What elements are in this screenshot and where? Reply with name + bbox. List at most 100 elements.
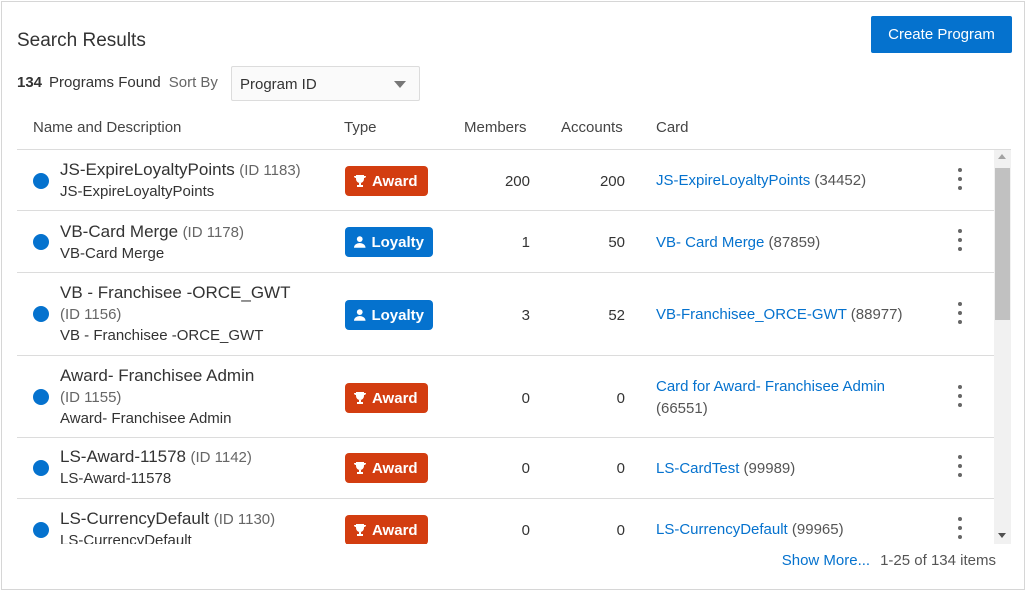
card-link[interactable]: VB- Card Merge [656,234,764,251]
program-id: (ID 1130) [213,511,276,528]
program-id: (ID 1142) [190,449,252,466]
vertical-scrollbar[interactable] [994,150,1011,544]
card-cell: JS-ExpireLoyaltyPoints (34452) [656,170,916,192]
program-name: LS-Award-11578 [60,447,187,466]
type-badge-label: Award [372,459,418,477]
card-cell: VB- Card Merge (87859) [656,232,916,254]
program-id: (ID 1183) [239,162,301,179]
members-count: 0 [521,522,530,539]
card-id: (88977) [850,306,903,323]
program-name: VB-Card Merge [60,222,179,241]
table-row: LS-CurrencyDefault (ID 1130) LS-Currency… [17,499,994,544]
program-name: LS-CurrencyDefault [60,509,210,528]
sort-by-value: Program ID [240,76,317,93]
card-link[interactable]: Card for Award- Franchisee Admin [656,378,885,395]
members-count: 0 [521,460,530,477]
program-name-cell: Award- Franchisee Admin (ID 1155) Award-… [60,365,335,429]
type-badge: Loyalty [345,300,433,330]
program-name: JS-ExpireLoyaltyPoints [60,160,235,179]
more-options-icon[interactable] [952,229,968,255]
type-badge: Award [345,166,428,196]
table-footer: Show More... 1-25 of 134 items [2,552,996,574]
program-description: LS-Award-11578 [60,470,172,487]
page-title: Search Results [17,30,146,51]
accounts-count: 52 [608,307,625,324]
program-description: Award- Franchisee Admin [60,410,232,427]
program-description: VB - Franchisee -ORCE_GWT [60,327,264,344]
chevron-down-icon [394,81,406,88]
status-dot-icon [33,234,49,250]
table-row: Award- Franchisee Admin (ID 1155) Award-… [17,356,994,438]
type-badge: Award [345,515,428,544]
column-header-members[interactable]: Members [464,119,527,136]
create-program-button[interactable]: Create Program [871,16,1012,53]
accounts-count: 0 [616,390,625,407]
program-description: JS-ExpireLoyaltyPoints [60,183,215,200]
scrollbar-thumb[interactable] [995,168,1010,320]
program-id: (ID 1155) [60,389,122,406]
status-dot-icon [33,460,49,476]
column-header-card[interactable]: Card [656,119,689,136]
accounts-count: 50 [608,234,625,251]
status-dot-icon [33,389,49,405]
card-link[interactable]: LS-CardTest [656,460,739,477]
card-id: (99989) [743,460,796,477]
accounts-count: 0 [616,460,625,477]
members-count: 3 [521,307,530,324]
program-name-cell: JS-ExpireLoyaltyPoints (ID 1183) JS-Expi… [60,159,335,202]
type-badge: Loyalty [345,227,433,257]
card-link[interactable]: JS-ExpireLoyaltyPoints [656,172,810,189]
show-more-link[interactable]: Show More... [782,552,870,569]
user-icon [353,309,366,321]
card-id: (66551) [656,400,708,417]
program-name: Award- Franchisee Admin [60,366,255,385]
more-options-icon[interactable] [952,168,968,194]
results-table-body: JS-ExpireLoyaltyPoints (ID 1183) JS-Expi… [17,150,994,544]
card-cell: LS-CurrencyDefault (99965) [656,519,916,541]
table-row: VB-Card Merge (ID 1178) VB-Card Merge Lo… [17,211,994,273]
scroll-up-arrow-icon[interactable] [998,154,1006,159]
sort-by-label: Sort By [168,74,218,91]
column-header-accounts[interactable]: Accounts [561,119,623,136]
members-count: 0 [521,390,530,407]
card-cell: Card for Award- Franchisee Admin (66551) [656,376,916,420]
column-header-name[interactable]: Name and Description [33,119,181,136]
type-badge: Award [345,453,428,483]
card-link[interactable]: LS-CurrencyDefault [656,521,788,538]
program-description: VB-Card Merge [60,245,165,262]
card-id: (99965) [791,521,844,538]
more-options-icon[interactable] [952,455,968,481]
more-options-icon[interactable] [952,385,968,411]
table-header: Name and Description Type Members Accoun… [17,107,1011,150]
trophy-icon [354,392,366,404]
card-link[interactable]: VB-Franchisee_ORCE-GWT [656,306,847,323]
type-badge-label: Award [372,521,418,539]
type-badge-label: Award [372,389,418,407]
pagination-info: 1-25 of 134 items [880,552,996,569]
more-options-icon[interactable] [952,517,968,543]
trophy-icon [354,462,366,474]
card-id: (87859) [768,234,821,251]
results-summary: 134 Programs Found Sort By [17,74,218,91]
table-row: JS-ExpireLoyaltyPoints (ID 1183) JS-Expi… [17,150,994,211]
search-results-panel: Search Results Create Program 134 Progra… [1,1,1025,590]
more-options-icon[interactable] [952,302,968,328]
card-cell: LS-CardTest (99989) [656,458,916,480]
type-badge-label: Loyalty [371,233,424,251]
accounts-count: 0 [616,522,625,539]
results-found-label: Programs Found [49,74,161,91]
user-icon [353,236,366,248]
accounts-count: 200 [599,173,625,190]
type-badge-label: Award [372,172,418,190]
status-dot-icon [33,306,49,322]
table-row: VB - Franchisee -ORCE_GWT (ID 1156) VB -… [17,273,994,356]
program-name-cell: VB - Franchisee -ORCE_GWT (ID 1156) VB -… [60,282,335,346]
table-row: LS-Award-11578 (ID 1142) LS-Award-11578 … [17,438,994,499]
status-dot-icon [33,173,49,189]
type-badge: Award [345,383,428,413]
card-cell: VB-Franchisee_ORCE-GWT (88977) [656,304,916,326]
sort-by-select[interactable]: Program ID [231,66,420,101]
scroll-down-arrow-icon[interactable] [998,533,1006,538]
column-header-type[interactable]: Type [344,119,377,136]
program-name-cell: LS-CurrencyDefault (ID 1130) LS-Currency… [60,508,335,544]
